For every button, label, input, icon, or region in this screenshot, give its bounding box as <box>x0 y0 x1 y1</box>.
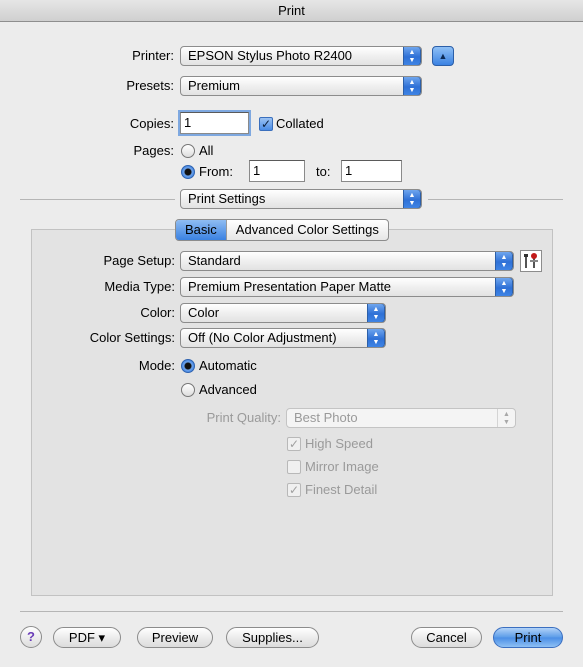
mode-advanced-radio[interactable] <box>181 383 195 397</box>
updown-arrows-icon: ▲ ▼ <box>367 304 385 322</box>
copies-field[interactable]: 1 <box>180 112 249 134</box>
finest-detail-checkbox[interactable]: ✓ <box>287 483 301 497</box>
presets-label: Presets: <box>126 78 174 93</box>
help-icon: ? <box>27 629 35 644</box>
printer-popup[interactable]: EPSON Stylus Photo R2400 ▲ ▼ <box>180 46 422 66</box>
updown-arrows-icon: ▲ ▼ <box>367 329 385 347</box>
pages-label: Pages: <box>133 143 174 158</box>
page-setup-value: Standard <box>188 253 241 268</box>
printer-label: Printer: <box>132 48 174 63</box>
updown-arrows-icon: ▲ ▼ <box>495 252 513 270</box>
color-settings-popup[interactable]: Off (No Color Adjustment) ▲ ▼ <box>180 328 386 348</box>
color-settings-value: Off (No Color Adjustment) <box>188 330 337 345</box>
print-quality-value: Best Photo <box>294 410 358 425</box>
updown-arrows-icon: ▲ ▼ <box>403 190 421 208</box>
mirror-image-checkbox[interactable] <box>287 460 301 474</box>
page-setup-popup[interactable]: Standard ▲ ▼ <box>180 251 514 271</box>
high-speed-label: High Speed <box>305 436 373 451</box>
page-setup-label: Page Setup: <box>103 253 175 268</box>
pages-all-label: All <box>199 143 214 158</box>
window-title: Print <box>0 0 583 22</box>
mirror-image-label: Mirror Image <box>305 459 379 474</box>
pages-to-label: to: <box>316 164 331 179</box>
cancel-button[interactable]: Cancel <box>411 627 482 648</box>
pages-from-label: From: <box>199 164 233 179</box>
collated-checkbox[interactable]: ✓ <box>259 117 273 131</box>
checkmark-icon: ✓ <box>288 437 300 451</box>
pages-from-radio[interactable] <box>181 165 195 179</box>
presets-value: Premium <box>188 78 241 93</box>
footer-divider <box>20 611 563 612</box>
divider-left <box>20 199 175 200</box>
pages-from-field[interactable]: 1 <box>249 160 305 182</box>
pages-all-radio[interactable] <box>181 144 195 158</box>
mode-automatic-radio[interactable] <box>181 359 195 373</box>
updown-arrows-icon: ▲ ▼ <box>497 409 515 427</box>
print-quality-popup[interactable]: Best Photo ▲ ▼ <box>286 408 516 428</box>
panel-select-popup[interactable]: Print Settings ▲ ▼ <box>180 189 422 209</box>
color-popup[interactable]: Color ▲ ▼ <box>180 303 386 323</box>
pages-to-field[interactable]: 1 <box>341 160 402 182</box>
print-quality-label: Print Quality: <box>206 410 281 425</box>
help-button[interactable]: ? <box>20 626 42 648</box>
color-settings-label: Color Settings: <box>89 330 175 345</box>
page-setup-tools-button[interactable] <box>520 250 542 272</box>
collated-label: Collated <box>276 116 324 131</box>
tab-basic[interactable]: Basic <box>176 220 227 240</box>
checkmark-icon: ✓ <box>288 483 300 497</box>
media-type-value: Premium Presentation Paper Matte <box>188 279 392 294</box>
panel-select-value: Print Settings <box>188 191 266 206</box>
pdf-menu-button[interactable]: PDF ▾ <box>53 627 121 648</box>
mode-advanced-label: Advanced <box>199 382 257 397</box>
settings-tabs: Basic Advanced Color Settings <box>175 219 389 241</box>
printer-value: EPSON Stylus Photo R2400 <box>188 48 353 63</box>
tools-icon <box>524 253 538 268</box>
presets-popup[interactable]: Premium ▲ ▼ <box>180 76 422 96</box>
media-type-popup[interactable]: Premium Presentation Paper Matte ▲ ▼ <box>180 277 514 297</box>
supplies-button[interactable]: Supplies... <box>226 627 319 648</box>
tab-advanced-color-settings[interactable]: Advanced Color Settings <box>227 220 388 240</box>
color-label: Color: <box>140 305 175 320</box>
print-button[interactable]: Print <box>493 627 563 648</box>
checkmark-icon: ✓ <box>260 117 272 131</box>
media-type-label: Media Type: <box>104 279 175 294</box>
mode-label: Mode: <box>138 358 175 373</box>
preview-button[interactable]: Preview <box>137 627 213 648</box>
color-value: Color <box>188 305 220 320</box>
copies-label: Copies: <box>129 116 174 131</box>
mode-automatic-label: Automatic <box>199 358 257 373</box>
high-speed-checkbox[interactable]: ✓ <box>287 437 301 451</box>
updown-arrows-icon: ▲ ▼ <box>403 77 421 95</box>
triangle-up-icon: ▲ <box>438 51 448 61</box>
finest-detail-label: Finest Detail <box>305 482 378 497</box>
collapse-details-button[interactable]: ▲ <box>432 46 454 66</box>
divider-right <box>428 199 563 200</box>
updown-arrows-icon: ▲ ▼ <box>403 47 421 65</box>
updown-arrows-icon: ▲ ▼ <box>495 278 513 296</box>
